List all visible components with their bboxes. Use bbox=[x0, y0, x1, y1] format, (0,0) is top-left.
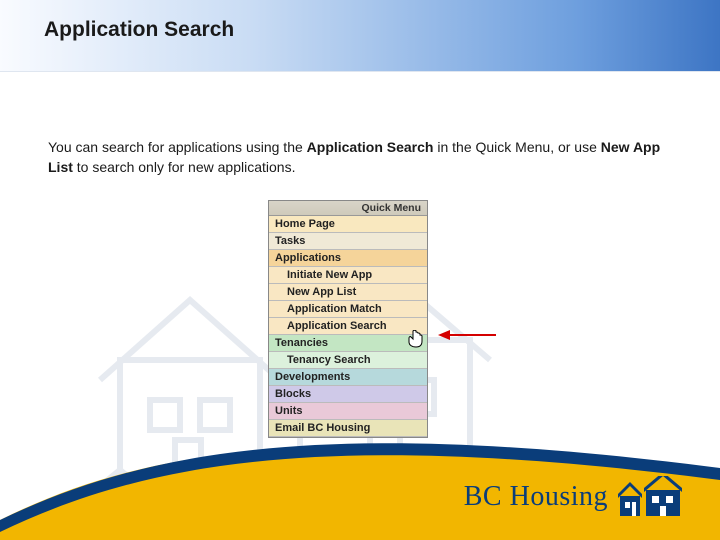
menu-item-initiate-new-app[interactable]: Initiate New App bbox=[269, 267, 427, 284]
menu-item-home[interactable]: Home Page bbox=[269, 216, 427, 233]
menu-item-new-app-list[interactable]: New App List bbox=[269, 284, 427, 301]
menu-item-units[interactable]: Units bbox=[269, 403, 427, 420]
menu-item-developments[interactable]: Developments bbox=[269, 369, 427, 386]
slide: Application Search You can search for ap… bbox=[0, 0, 720, 540]
logo-houses-icon bbox=[618, 476, 684, 518]
menu-item-applications[interactable]: Applications bbox=[269, 250, 427, 267]
body-mid: in the Quick Menu, or use bbox=[433, 139, 600, 155]
page-title: Application Search bbox=[44, 18, 720, 42]
body-text: You can search for applications using th… bbox=[48, 138, 668, 177]
quick-menu-header: Quick Menu bbox=[269, 201, 427, 216]
callout-arrow-icon bbox=[438, 329, 496, 341]
menu-item-tasks[interactable]: Tasks bbox=[269, 233, 427, 250]
pointer-cursor-icon bbox=[408, 330, 424, 348]
quick-menu: Quick Menu Home Page Tasks Applications … bbox=[268, 200, 428, 438]
bc-housing-logo: BC Housing bbox=[464, 476, 684, 518]
title-bar: Application Search bbox=[0, 0, 720, 72]
body-bold-appsearch: Application Search bbox=[307, 139, 434, 155]
menu-item-email-bc-housing[interactable]: Email BC Housing bbox=[269, 420, 427, 437]
body-post: to search only for new applications. bbox=[73, 159, 296, 175]
menu-item-blocks[interactable]: Blocks bbox=[269, 386, 427, 403]
quick-menu-screenshot: Quick Menu Home Page Tasks Applications … bbox=[268, 200, 428, 438]
menu-item-application-match[interactable]: Application Match bbox=[269, 301, 427, 318]
logo-text: BC Housing bbox=[464, 481, 608, 513]
menu-item-tenancies[interactable]: Tenancies bbox=[269, 335, 427, 352]
menu-item-tenancy-search[interactable]: Tenancy Search bbox=[269, 352, 427, 369]
menu-item-application-search[interactable]: Application Search bbox=[269, 318, 427, 335]
body-pre: You can search for applications using th… bbox=[48, 139, 307, 155]
